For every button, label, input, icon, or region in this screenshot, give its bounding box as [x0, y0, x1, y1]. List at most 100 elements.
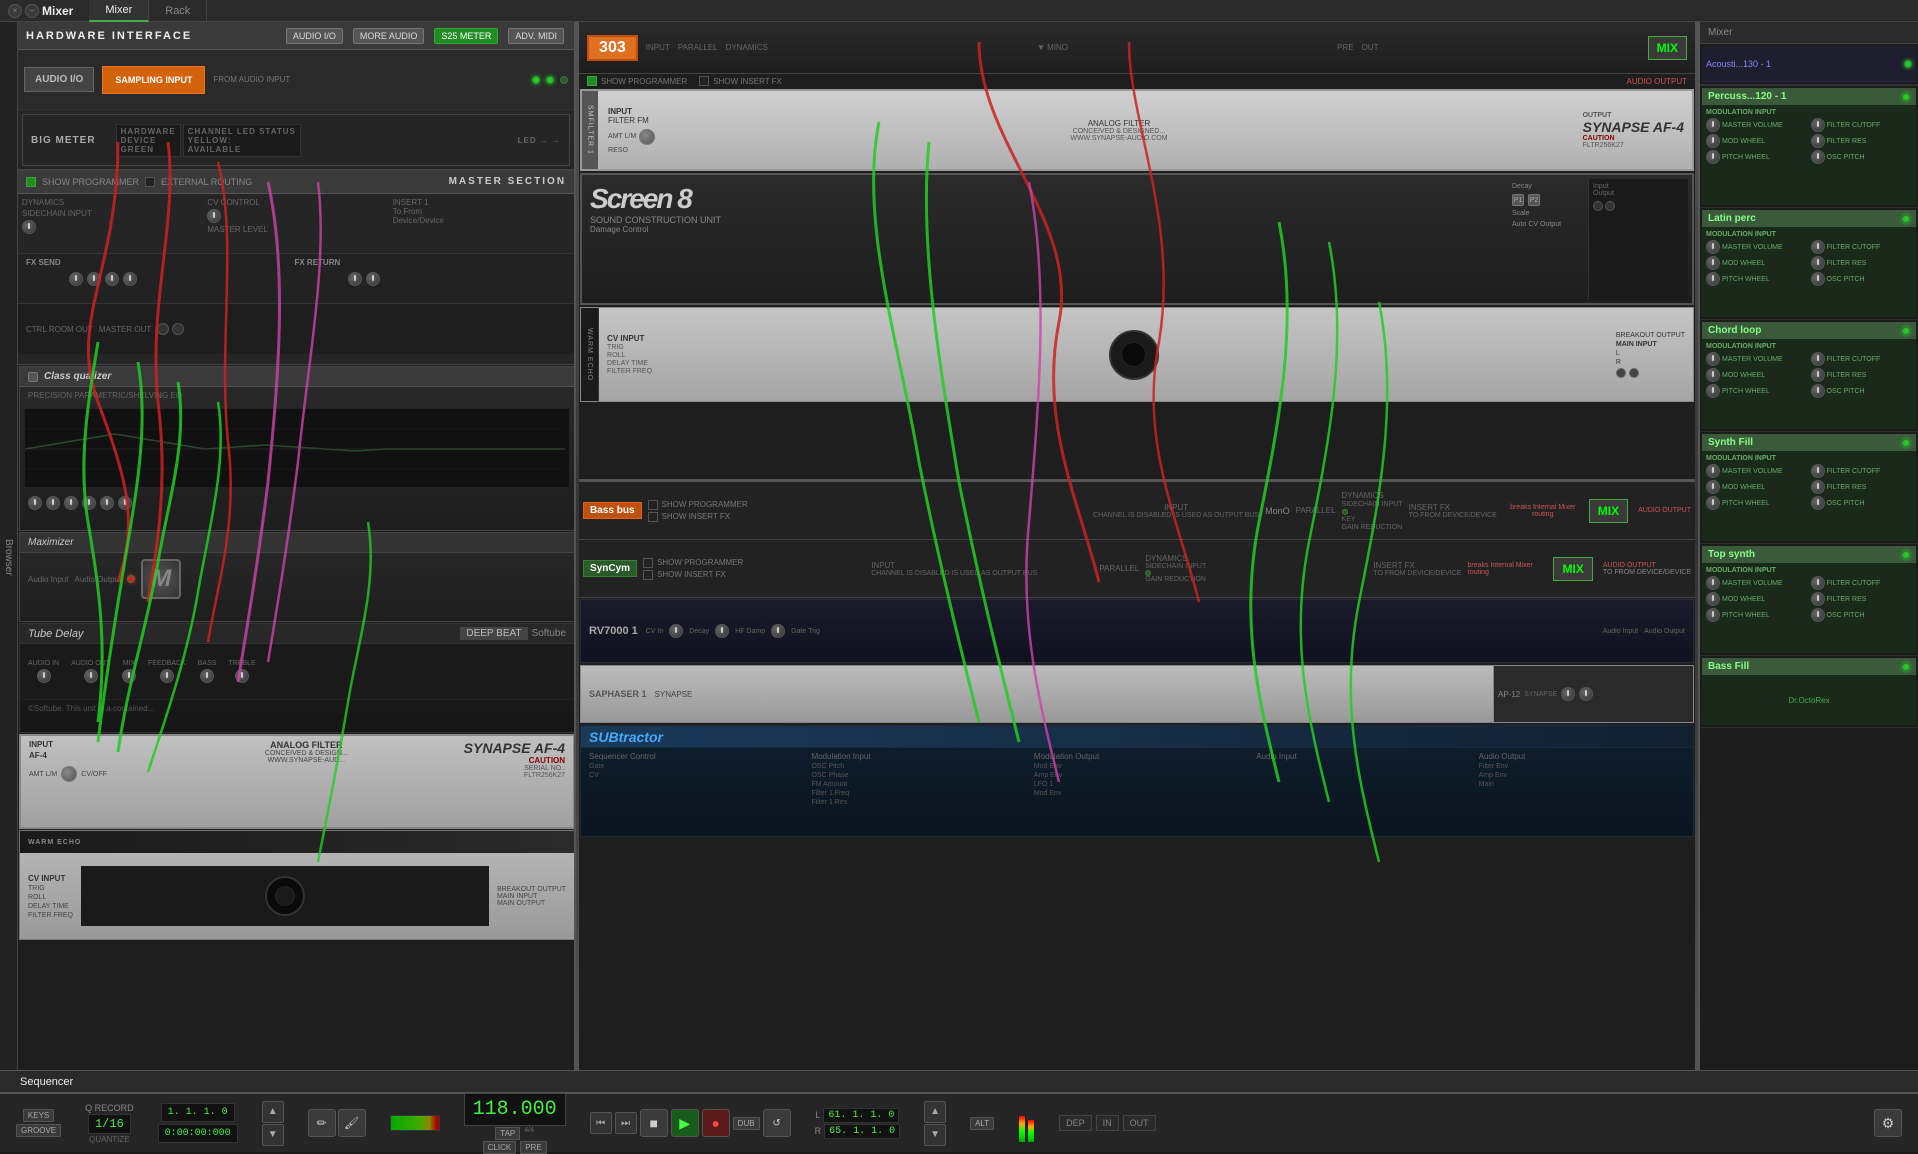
rewind-btn[interactable]: ⏮ [590, 1112, 612, 1134]
tab-rack[interactable]: Rack [149, 0, 207, 22]
external-routing-chk[interactable] [145, 177, 155, 187]
eq-power-btn[interactable] [28, 372, 38, 382]
synthfill-vol-knob[interactable] [1706, 464, 1720, 478]
topsynth-mod-knob[interactable] [1706, 592, 1720, 606]
latin-mod-knob[interactable] [1706, 256, 1720, 270]
position-bars[interactable]: 1. 1. 1. 0 [161, 1103, 235, 1122]
stop-btn[interactable]: ■ [640, 1109, 668, 1137]
fx-send-knob-3[interactable] [105, 272, 119, 286]
right-mixer-content[interactable]: Acousti...130 - 1 Percuss...120 - 1 MODU… [1700, 44, 1918, 1092]
eq-band2-knob[interactable] [46, 496, 60, 510]
tubedelay-treble-knob[interactable] [235, 669, 249, 683]
decay-btn-2[interactable]: P2 [1528, 194, 1540, 206]
cv-knob[interactable] [207, 209, 221, 223]
paint-tool-btn[interactable]: 🖌 [338, 1109, 366, 1137]
synthfill-res-knob[interactable] [1811, 480, 1825, 494]
latin-pitch-knob[interactable] [1706, 272, 1720, 286]
percuss-mod-knob[interactable] [1706, 134, 1720, 148]
position-time[interactable]: 0:00:00:000 [158, 1124, 238, 1143]
topsynth-pitch-knob[interactable] [1706, 608, 1720, 622]
percuss-osc-knob[interactable] [1811, 150, 1825, 164]
tubedelay-bass-knob[interactable] [200, 669, 214, 683]
groove-btn[interactable]: GROOVE [16, 1124, 61, 1137]
fx-return-knob-2[interactable] [366, 272, 380, 286]
topsynth-vol-knob[interactable] [1706, 576, 1720, 590]
rv7000-gate-knob[interactable] [771, 624, 785, 638]
chord-res-knob[interactable] [1811, 368, 1825, 382]
synthfill-cutoff-knob[interactable] [1811, 464, 1825, 478]
fast-forward-btn[interactable]: ⏭ [615, 1112, 637, 1134]
bass-bus-prog-chk[interactable] [648, 500, 658, 510]
alt-btn[interactable]: ALT [970, 1117, 994, 1130]
synthfill-pitch-knob[interactable] [1706, 496, 1720, 510]
ap12-knob-1[interactable] [1561, 687, 1575, 701]
chord-pitch-knob[interactable] [1706, 384, 1720, 398]
tubedelay-in-knob[interactable] [37, 669, 51, 683]
tab-mixer[interactable]: Mixer [89, 0, 149, 22]
rv7000-decay-knob[interactable] [669, 624, 683, 638]
smf-amt-knob[interactable] [639, 129, 655, 145]
tubedelay-feedback-knob[interactable] [160, 669, 174, 683]
ap12-knob-2[interactable] [1579, 687, 1593, 701]
position-up-btn[interactable]: ▲ [262, 1101, 284, 1123]
latin-osc-knob[interactable] [1811, 272, 1825, 286]
tempo-display[interactable]: 118.000 [464, 1093, 566, 1126]
chord-cutoff-knob[interactable] [1811, 352, 1825, 366]
chord-osc-knob[interactable] [1811, 384, 1825, 398]
syncym-insert-chk[interactable] [643, 570, 653, 580]
in-btn[interactable]: IN [1096, 1115, 1119, 1131]
tap-btn[interactable]: TAP [495, 1127, 520, 1140]
topsynth-osc-knob[interactable] [1811, 608, 1825, 622]
browser-sidebar[interactable]: Browser [0, 22, 18, 1092]
percuss-vol-knob[interactable] [1706, 118, 1720, 132]
latin-cutoff-knob[interactable] [1811, 240, 1825, 254]
chord-vol-knob[interactable] [1706, 352, 1720, 366]
pencil-tool-btn[interactable]: ✏ [308, 1109, 336, 1137]
tubedelay-out-knob[interactable] [84, 669, 98, 683]
audio-io-btn[interactable]: AUDIO I/O [286, 28, 343, 44]
record-btn[interactable]: ● [702, 1109, 730, 1137]
loop-btn[interactable]: ↺ [763, 1109, 791, 1137]
quantize-value[interactable]: 1/16 [88, 1114, 131, 1134]
more-audio-btn[interactable]: MORE AUDIO [353, 28, 425, 44]
adv-midi-btn[interactable]: ADV. MIDI [508, 28, 564, 44]
percuss-cutoff-knob[interactable] [1811, 118, 1825, 132]
dynamics-knob[interactable] [22, 220, 36, 234]
percuss-pitch-knob[interactable] [1706, 150, 1720, 164]
tubedelay-mix-knob[interactable] [122, 669, 136, 683]
synthfill-osc-knob[interactable] [1811, 496, 1825, 510]
close-btn[interactable]: × [8, 4, 22, 18]
percuss-res-knob[interactable] [1811, 134, 1825, 148]
lr-up-btn[interactable]: ▲ [924, 1101, 946, 1123]
out-btn[interactable]: OUT [1123, 1115, 1156, 1131]
show-insert-chk-303[interactable] [699, 76, 709, 86]
dub-btn[interactable]: DUB [733, 1117, 760, 1130]
dep-btn[interactable]: DEP [1059, 1115, 1092, 1131]
synthfill-mod-knob[interactable] [1706, 480, 1720, 494]
fx-return-knob-1[interactable] [348, 272, 362, 286]
sequencer-tab[interactable]: Sequencer [8, 1076, 85, 1088]
eq-band3-knob[interactable] [64, 496, 78, 510]
fx-send-knob-2[interactable] [87, 272, 101, 286]
eq-band4-knob[interactable] [82, 496, 96, 510]
eq-band5-knob[interactable] [100, 496, 114, 510]
eq-band1-knob[interactable] [28, 496, 42, 510]
decay-btn-1[interactable]: P1 [1512, 194, 1524, 206]
s25-meter-btn[interactable]: S25 METER [434, 28, 498, 44]
fx-send-knob-4[interactable] [123, 272, 137, 286]
chord-mod-knob[interactable] [1706, 368, 1720, 382]
keys-btn[interactable]: KEYS [23, 1109, 54, 1122]
latin-res-knob[interactable] [1811, 256, 1825, 270]
topsynth-cutoff-knob[interactable] [1811, 576, 1825, 590]
settings-btn[interactable]: ⚙ [1874, 1109, 1902, 1137]
eq-band6-knob[interactable] [118, 496, 132, 510]
latin-vol-knob[interactable] [1706, 240, 1720, 254]
show-programmer-chk[interactable] [26, 177, 36, 187]
sampling-input-btn[interactable]: SAMPLING INPUT [102, 66, 205, 94]
right-pos-display[interactable]: 65. 1. 1. 0 [824, 1124, 900, 1139]
syncym-prog-chk[interactable] [643, 558, 653, 568]
bass-bus-insert-chk[interactable] [648, 512, 658, 522]
fx-send-knob-1[interactable] [69, 272, 83, 286]
position-down-btn[interactable]: ▼ [262, 1124, 284, 1146]
lr-down-btn[interactable]: ▼ [924, 1124, 946, 1146]
